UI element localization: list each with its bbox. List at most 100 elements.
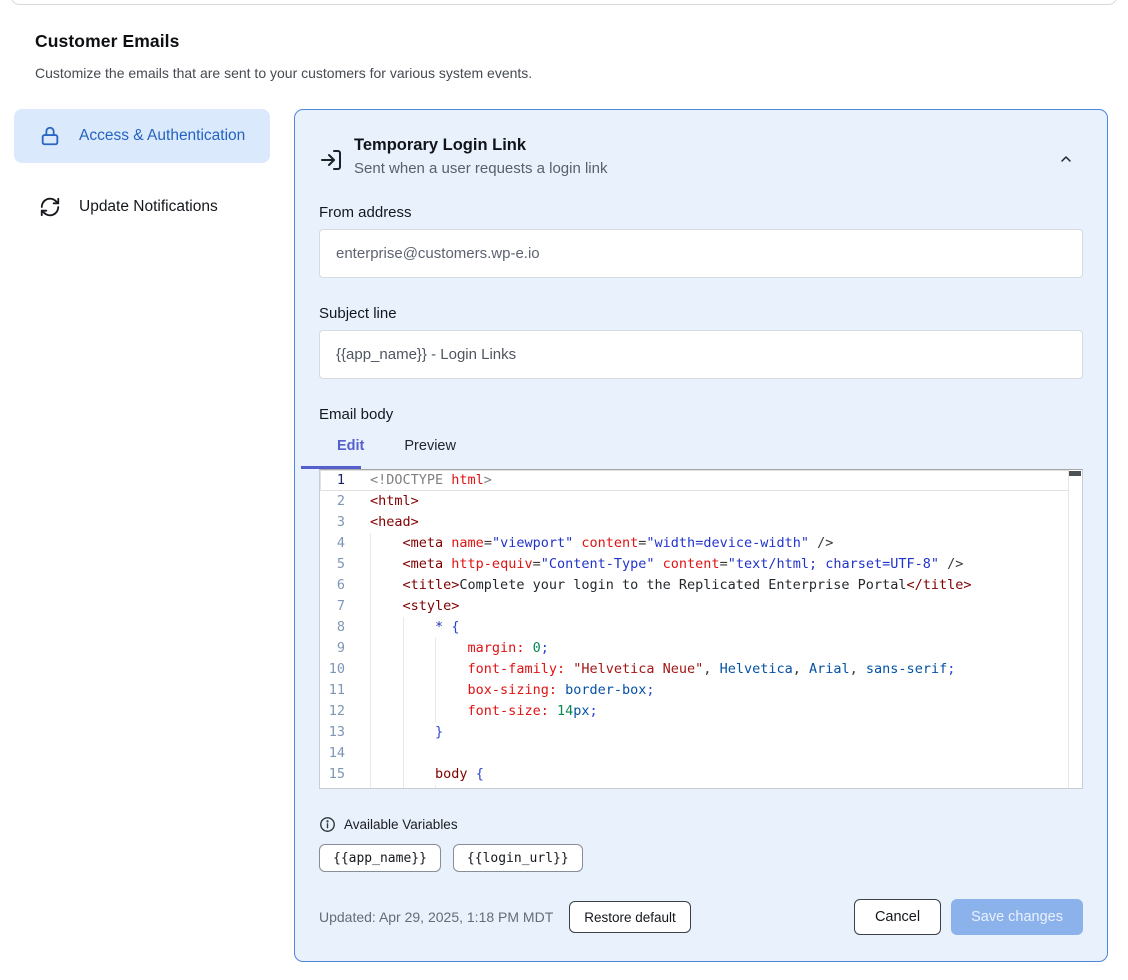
page-description: Customize the emails that are sent to yo… — [35, 65, 1128, 81]
updated-timestamp: Updated: Apr 29, 2025, 1:18 PM MDT — [319, 909, 553, 925]
code-text: <meta http-equiv="Content-Type" content=… — [345, 554, 963, 575]
sidebar-item-update-notifications[interactable]: Update Notifications — [14, 180, 270, 234]
code-line[interactable]: 10 font-family: "Helvetica Neue", Helvet… — [320, 659, 1082, 680]
code-text: <head> — [345, 512, 419, 533]
code-line[interactable]: 2<html> — [320, 491, 1082, 512]
code-text: <meta name="viewport" content="width=dev… — [345, 533, 833, 554]
indent-guide — [370, 743, 371, 764]
code-editor-lines: 1<!DOCTYPE html>2<html>3<head>4 <meta na… — [320, 470, 1082, 789]
code-line[interactable]: 13 } — [320, 722, 1082, 743]
code-line[interactable]: 11 box-sizing: border-box; — [320, 680, 1082, 701]
collapse-button[interactable] — [1053, 148, 1079, 170]
save-changes-button[interactable]: Save changes — [951, 899, 1083, 935]
code-line[interactable]: 12 font-size: 14px; — [320, 701, 1082, 722]
indent-guide — [403, 743, 404, 764]
temporary-login-link-panel: Temporary Login Link Sent when a user re… — [294, 109, 1108, 962]
refresh-icon — [38, 195, 62, 219]
code-line[interactable]: 14 — [320, 743, 1082, 764]
footer-actions: Cancel Save changes — [854, 899, 1083, 935]
code-line[interactable]: 7 <style> — [320, 596, 1082, 617]
code-text — [345, 743, 370, 764]
line-number: 2 — [320, 491, 345, 512]
code-editor[interactable]: 1<!DOCTYPE html>2<html>3<head>4 <meta na… — [319, 469, 1083, 789]
code-line[interactable]: 5 <meta http-equiv="Content-Type" conten… — [320, 554, 1082, 575]
code-line[interactable]: 3<head> — [320, 512, 1082, 533]
email-body-tabs-wrap: Edit Preview 1<!DOCTYPE html>2<html>3<he… — [319, 438, 1083, 789]
line-number: 15 — [320, 764, 345, 785]
line-number: 9 — [320, 638, 345, 659]
indent-guide — [403, 785, 404, 789]
indent-guide — [435, 638, 436, 659]
editor-scrollbar-thumb[interactable] — [1069, 471, 1081, 476]
email-body-tabs: Edit Preview — [319, 438, 1083, 469]
info-icon — [319, 816, 336, 833]
code-line[interactable]: 9 margin: 0; — [320, 638, 1082, 659]
page-title: Customer Emails — [35, 31, 1128, 52]
cancel-button[interactable]: Cancel — [854, 899, 941, 935]
sidebar-item-label: Access & Authentication — [79, 124, 245, 148]
indent-guide — [435, 701, 436, 722]
indent-guide — [370, 638, 371, 659]
code-line[interactable]: 15 body { — [320, 764, 1082, 785]
lock-icon — [38, 124, 62, 148]
panel-header: Temporary Login Link Sent when a user re… — [319, 136, 1083, 177]
sidebar-item-label: Update Notifications — [79, 195, 218, 219]
variable-chips: {{app_name}} {{login_url}} — [319, 844, 1083, 872]
code-text: margin: 0; — [345, 638, 549, 659]
tab-edit[interactable]: Edit — [337, 438, 364, 454]
editor-scrollbar[interactable] — [1068, 470, 1082, 788]
indent-guide — [403, 617, 404, 638]
email-body-label: Email body — [319, 406, 1083, 423]
indent-guide — [435, 659, 436, 680]
variable-chip-login-url[interactable]: {{login_url}} — [453, 844, 583, 872]
panel-subtitle: Sent when a user requests a login link — [354, 160, 607, 177]
available-variables-header: Available Variables — [319, 816, 1083, 833]
content-area: Access & Authentication Update Notificat… — [14, 109, 1108, 962]
line-number: 11 — [320, 680, 345, 701]
code-line[interactable]: 6 <title>Complete your login to the Repl… — [320, 575, 1082, 596]
from-address-input[interactable] — [319, 229, 1083, 278]
code-line[interactable]: 4 <meta name="viewport" content="width=d… — [320, 533, 1082, 554]
tab-preview[interactable]: Preview — [404, 438, 456, 454]
panel-title: Temporary Login Link — [354, 136, 607, 155]
indent-guide — [435, 785, 436, 789]
line-number: 16 — [320, 785, 345, 789]
code-text: } — [345, 722, 443, 743]
indent-guide — [370, 533, 371, 554]
line-number: 3 — [320, 512, 345, 533]
panel-footer: Updated: Apr 29, 2025, 1:18 PM MDT Resto… — [319, 899, 1083, 935]
sidebar-item-access-authentication[interactable]: Access & Authentication — [14, 109, 270, 163]
panel-header-text: Temporary Login Link Sent when a user re… — [354, 136, 607, 177]
code-text: <style> — [345, 596, 459, 617]
login-icon — [319, 148, 343, 172]
line-number: 1 — [320, 470, 345, 491]
indent-guide — [370, 722, 371, 743]
code-text: <title>Complete your login to the Replic… — [345, 575, 971, 596]
line-number: 8 — [320, 617, 345, 638]
line-number: 10 — [320, 659, 345, 680]
code-text: font-family: "Helvetica Neue", Helvetica… — [345, 659, 955, 680]
subject-line-input[interactable] — [319, 330, 1083, 379]
line-number: 6 — [320, 575, 345, 596]
code-line[interactable]: 8 * { — [320, 617, 1082, 638]
code-text: box-sizing: border-box; — [345, 680, 655, 701]
indent-guide — [370, 701, 371, 722]
indent-guide — [370, 785, 371, 789]
sidebar: Access & Authentication Update Notificat… — [14, 109, 270, 234]
indent-guide — [403, 680, 404, 701]
previous-card-bottom-edge — [10, 0, 1118, 5]
indent-guide — [370, 659, 371, 680]
indent-guide — [370, 575, 371, 596]
variable-chip-app-name[interactable]: {{app_name}} — [319, 844, 441, 872]
line-number: 5 — [320, 554, 345, 575]
indent-guide — [370, 596, 371, 617]
indent-guide — [370, 617, 371, 638]
available-variables-label: Available Variables — [344, 817, 458, 832]
line-number: 12 — [320, 701, 345, 722]
chevron-up-icon — [1058, 151, 1074, 167]
indent-guide — [403, 764, 404, 785]
code-line[interactable]: 16 background-color: #f6f9fc; — [320, 785, 1082, 789]
code-line[interactable]: 1<!DOCTYPE html> — [320, 470, 1082, 491]
restore-default-button[interactable]: Restore default — [569, 901, 691, 933]
code-text: background-color: #f6f9fc; — [345, 785, 679, 789]
